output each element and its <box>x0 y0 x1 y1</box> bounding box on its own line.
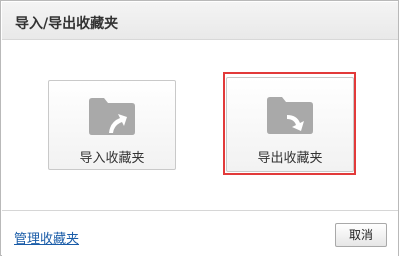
dialog-title-bar: 导入/导出收藏夹 <box>2 2 398 40</box>
dialog-footer: 管理收藏夹 取消 <box>2 210 398 256</box>
dialog-title: 导入/导出收藏夹 <box>15 16 119 32</box>
folder-import-icon <box>89 98 135 135</box>
manage-favorites-link[interactable]: 管理收藏夹 <box>14 228 79 247</box>
import-export-dialog: 导入/导出收藏夹 导入收藏夹 导出收藏夹 管理收藏夹 取消 <box>0 0 399 256</box>
cancel-button[interactable]: 取消 <box>335 223 387 247</box>
import-favorites-label: 导入收藏夹 <box>79 151 145 166</box>
export-favorites-button[interactable]: 导出收藏夹 <box>226 77 354 172</box>
export-favorites-label: 导出收藏夹 <box>257 151 323 166</box>
folder-export-icon <box>267 97 313 134</box>
import-favorites-button[interactable]: 导入收藏夹 <box>48 80 176 170</box>
